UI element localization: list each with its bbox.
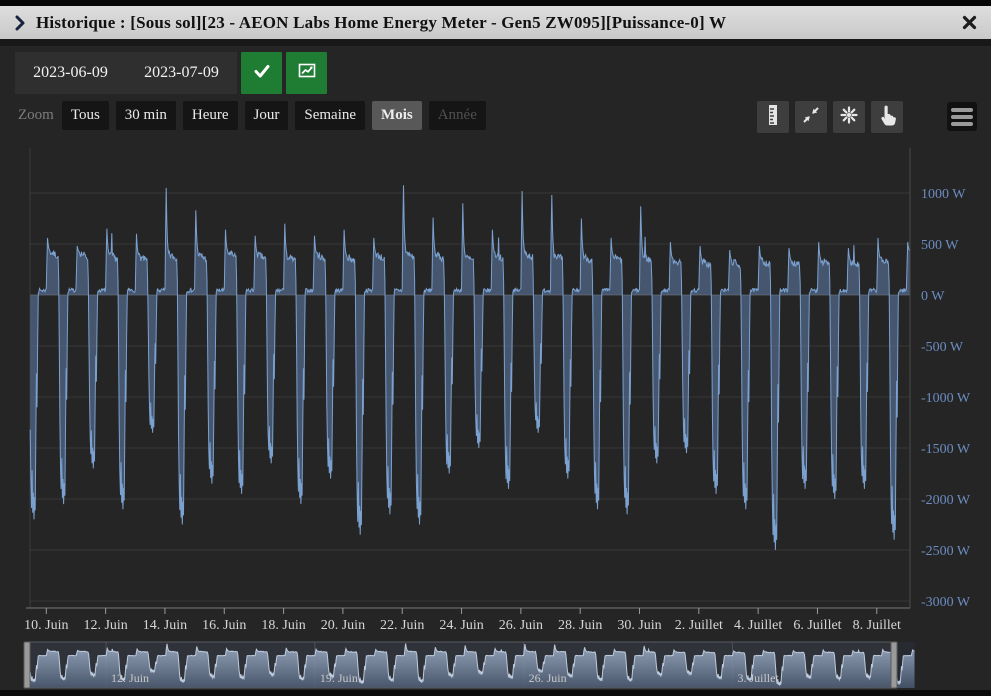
- y-axis-label: -1000 W: [921, 391, 971, 406]
- zoom-bar: Zoom Tous 30 min Heure Jour Semaine Mois…: [18, 101, 493, 130]
- x-axis-label: 26. Juin: [499, 618, 543, 633]
- x-axis-label: 28. Juin: [558, 618, 602, 633]
- y-axis-label: -2500 W: [921, 544, 971, 559]
- shrink-chart-button[interactable]: [795, 101, 827, 133]
- y-axis-label: 1000 W: [921, 187, 966, 202]
- chart-line-icon: [297, 61, 317, 86]
- date-range-row: 2023-06-09 2023-07-09: [15, 52, 327, 94]
- pointer-mode-button[interactable]: [871, 101, 903, 133]
- date-range-box: 2023-06-09 2023-07-09: [15, 52, 237, 94]
- check-icon: [252, 61, 272, 86]
- zoom-button-heure[interactable]: Heure: [183, 101, 238, 130]
- y-axis-label: -1500 W: [921, 442, 971, 457]
- x-axis-label: 8. Juillet: [853, 618, 901, 633]
- plot-area[interactable]: [30, 148, 910, 608]
- zoom-button-annee[interactable]: Année: [429, 101, 486, 130]
- zoom-button-30min[interactable]: 30 min: [116, 101, 176, 130]
- y-axis-label: -2000 W: [921, 493, 971, 508]
- navigator-handle-right[interactable]: [891, 642, 897, 688]
- header-divider: [0, 39, 991, 46]
- date-from-input[interactable]: 2023-06-09: [15, 64, 126, 82]
- x-axis-label: 22. Juin: [380, 618, 424, 633]
- x-axis-label: 18. Juin: [261, 618, 305, 633]
- date-to-input[interactable]: 2023-07-09: [126, 64, 237, 82]
- scale-toggle-button[interactable]: [757, 101, 789, 133]
- asterisk-icon: [833, 99, 865, 136]
- history-chart[interactable]: 1000 W 500 W 0 W -500 W -1000 W -1500 W -2000 …: [0, 148, 991, 696]
- chart-svg: 1000 W 500 W 0 W -500 W -1000 W -1500 W -2000 …: [0, 148, 991, 696]
- ruler-icon: [757, 99, 789, 136]
- y-axis-label: 500 W: [921, 238, 959, 253]
- zoom-button-tous[interactable]: Tous: [62, 101, 109, 130]
- x-axis-label: 12. Juin: [83, 618, 127, 633]
- x-axis-label: 20. Juin: [321, 618, 365, 633]
- x-axis-label: 16. Juin: [202, 618, 246, 633]
- x-axis-label: 30. Juin: [617, 618, 661, 633]
- navigator-selected-range[interactable]: [30, 642, 891, 688]
- export-menu-button[interactable]: [947, 102, 977, 131]
- apply-date-button[interactable]: [241, 52, 282, 94]
- plot-graph-button[interactable]: [286, 52, 327, 94]
- hand-pointer-icon: [871, 99, 903, 136]
- y-axis-label: -500 W: [921, 340, 964, 355]
- close-icon[interactable]: [962, 15, 977, 30]
- chevron-right-icon: [14, 15, 26, 31]
- x-axis-label: 14. Juin: [143, 618, 187, 633]
- x-axis-label: 24. Juin: [439, 618, 483, 633]
- window-bottom-edge: [0, 690, 991, 696]
- x-axis-label: 6. Juillet: [793, 618, 841, 633]
- dialog-title: Historique : [Sous sol][23 - AEON Labs H…: [36, 13, 726, 33]
- x-axis-label: 10. Juin: [24, 618, 68, 633]
- compress-arrows-icon: [795, 99, 827, 136]
- zoom-button-jour[interactable]: Jour: [245, 101, 289, 130]
- zoom-label: Zoom: [18, 107, 54, 124]
- zoom-button-mois[interactable]: Mois: [372, 101, 422, 130]
- x-axis-label: 2. Juillet: [675, 618, 723, 633]
- options-button[interactable]: [833, 101, 865, 133]
- dialog-header: Historique : [Sous sol][23 - AEON Labs H…: [0, 6, 991, 39]
- navigator-handle-left[interactable]: [24, 642, 30, 688]
- chart-toolbar: [757, 101, 909, 133]
- y-axis-label: 0 W: [921, 289, 945, 304]
- y-axis-label: -3000 W: [921, 595, 971, 610]
- zoom-button-semaine[interactable]: Semaine: [295, 101, 365, 130]
- x-axis-label: 4. Juillet: [734, 618, 782, 633]
